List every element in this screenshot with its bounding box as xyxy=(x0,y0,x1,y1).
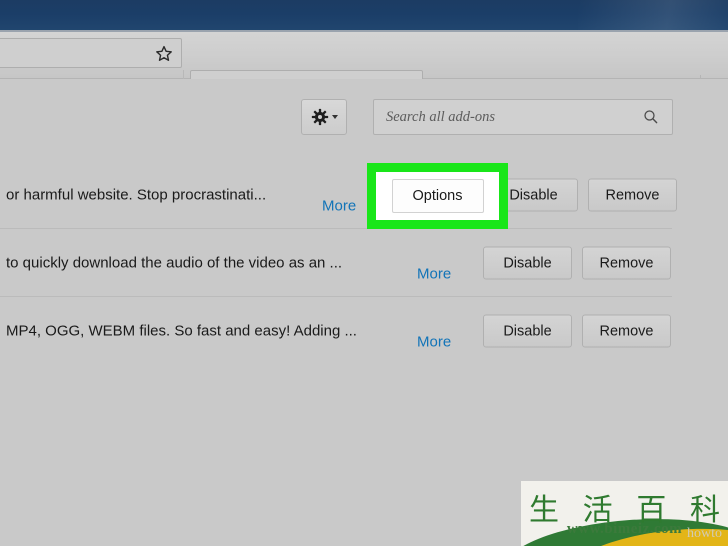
remove-button[interactable]: Remove xyxy=(582,246,671,280)
search-icon[interactable] xyxy=(642,108,660,126)
addons-manager-content: Search all add-ons or harmful website. S… xyxy=(0,79,728,546)
table-row[interactable]: or harmful website. Stop procrastinati..… xyxy=(0,161,728,229)
addon-description: MP4, OGG, WEBM files. So fast and easy! … xyxy=(6,322,357,340)
addons-search-placeholder: Search all add-ons xyxy=(386,108,496,125)
addon-description: or harmful website. Stop procrastinati..… xyxy=(6,186,267,204)
watermark: 生 活 百 科 www.bimeiz.com howto xyxy=(521,481,728,546)
addon-more-link[interactable]: More xyxy=(417,333,451,350)
addons-tools-menu-button[interactable] xyxy=(301,99,347,135)
addon-more-link[interactable]: More xyxy=(417,265,451,282)
table-row[interactable]: to quickly download the audio of the vid… xyxy=(0,229,728,297)
remove-button[interactable]: Remove xyxy=(588,178,677,212)
navigation-toolbar: Search xyxy=(0,32,728,104)
addons-search-input[interactable]: Search all add-ons xyxy=(373,99,673,135)
table-row[interactable]: MP4, OGG, WEBM files. So fast and easy! … xyxy=(0,297,728,365)
gear-icon xyxy=(310,107,330,127)
bookmark-star-icon[interactable] xyxy=(154,44,174,64)
disable-button[interactable]: Disable xyxy=(483,314,572,348)
highlight-callout: Options xyxy=(367,163,508,229)
tab-strip-sheen xyxy=(578,0,728,31)
disable-button[interactable]: Disable xyxy=(483,246,572,280)
addon-more-link[interactable]: More xyxy=(322,197,356,214)
addons-list: or harmful website. Stop procrastinati..… xyxy=(0,161,728,365)
chevron-down-icon xyxy=(332,115,338,119)
addon-description: to quickly download the audio of the vid… xyxy=(6,254,343,272)
options-button[interactable]: Options xyxy=(391,179,484,213)
highlight-inner-surface: Options xyxy=(376,172,499,220)
url-bar[interactable] xyxy=(0,38,182,68)
addons-manager-header: Search all add-ons xyxy=(0,99,728,139)
watermark-faded-text: howto xyxy=(687,526,722,541)
browser-tab-strip xyxy=(0,0,728,31)
remove-button[interactable]: Remove xyxy=(582,314,671,348)
